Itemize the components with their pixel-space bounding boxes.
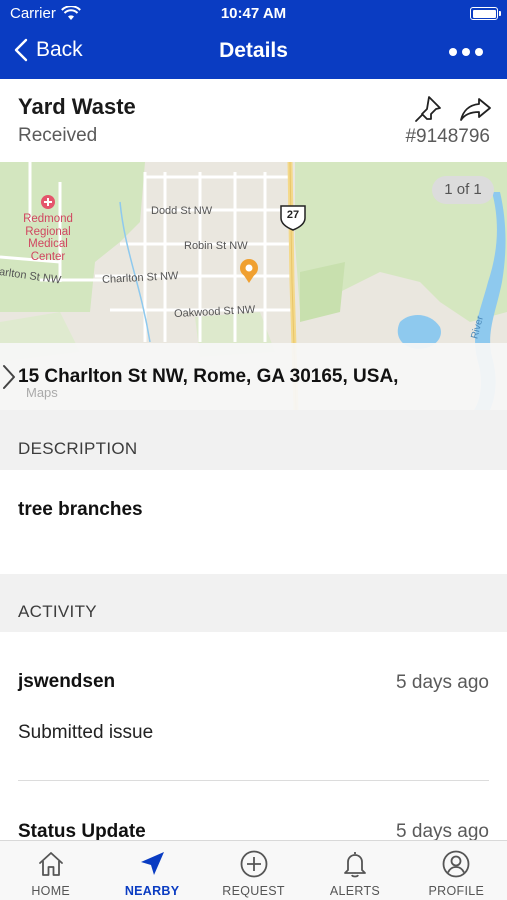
divider	[18, 780, 489, 781]
map-poi-label: Redmond Regional Medical Center	[23, 213, 73, 263]
navigation-bar: Carrier 10:47 AM Back Details	[0, 0, 507, 79]
dot-icon	[449, 48, 457, 56]
chevron-right-icon	[3, 365, 15, 389]
location-arrow-icon	[141, 852, 165, 875]
activity-user: Status Update	[18, 821, 146, 840]
tab-request[interactable]: REQUEST	[203, 841, 304, 900]
activity-list: jswendsen 5 days ago Submitted issue Sta…	[0, 632, 507, 840]
back-button[interactable]: Back	[14, 38, 83, 62]
activity-time: 5 days ago	[396, 672, 489, 693]
description-header: DESCRIPTION	[0, 410, 507, 470]
activity-text: Submitted issue	[18, 722, 154, 743]
result-counter: 1 of 1	[432, 176, 494, 204]
tab-label: REQUEST	[222, 884, 285, 898]
issue-title: Yard Waste	[18, 94, 136, 119]
user-circle-icon	[442, 850, 470, 878]
highway-shield-label: 27	[286, 209, 300, 221]
bell-icon	[344, 852, 366, 878]
more-options-button[interactable]	[449, 48, 483, 56]
home-icon	[38, 852, 63, 876]
activity-header: ACTIVITY	[0, 574, 507, 632]
activity-user: jswendsen	[18, 671, 116, 692]
issue-header: Yard Waste Received #9148796	[0, 79, 507, 162]
dot-icon	[475, 48, 483, 56]
location-map[interactable]: Dodd St NW Robin St NW arlton St NW Char…	[0, 162, 507, 410]
tab-nearby[interactable]: NEARBY	[101, 841, 202, 900]
pin-icon[interactable]	[414, 95, 444, 123]
dot-icon	[462, 48, 470, 56]
address-row[interactable]: Maps 15 Charlton St NW, Rome, GA 30165, …	[0, 343, 507, 410]
tab-label: NEARBY	[124, 884, 180, 898]
section-title: ACTIVITY	[18, 602, 97, 621]
tab-label: HOME	[31, 884, 71, 898]
activity-time: 5 days ago	[396, 821, 489, 840]
status-bar: Carrier 10:47 AM	[0, 0, 507, 28]
issue-id: #9148796	[405, 126, 490, 147]
description-text: tree branches	[18, 499, 143, 520]
chevron-left-icon	[14, 38, 28, 62]
address-text: 15 Charlton St NW, Rome, GA 30165, USA,	[18, 366, 399, 387]
plus-circle-icon	[240, 850, 267, 878]
tab-alerts[interactable]: ALERTS	[304, 841, 405, 900]
tab-profile[interactable]: PROFILE	[406, 841, 507, 900]
tab-label: PROFILE	[428, 884, 485, 898]
tab-label: ALERTS	[329, 884, 381, 898]
status-time: 10:47 AM	[220, 5, 287, 22]
share-icon[interactable]	[459, 96, 493, 122]
tab-bar: HOME NEARBY REQUEST ALERTS PROFILE	[0, 840, 507, 900]
map-street-label: Robin St NW	[184, 240, 248, 252]
issue-status: Received	[18, 125, 98, 146]
map-street-label: Dodd St NW	[151, 205, 213, 217]
description-body: tree branches	[0, 470, 507, 574]
battery-icon	[470, 7, 501, 20]
tab-home[interactable]: HOME	[0, 841, 101, 900]
back-label: Back	[36, 38, 83, 61]
section-title: DESCRIPTION	[18, 439, 138, 458]
